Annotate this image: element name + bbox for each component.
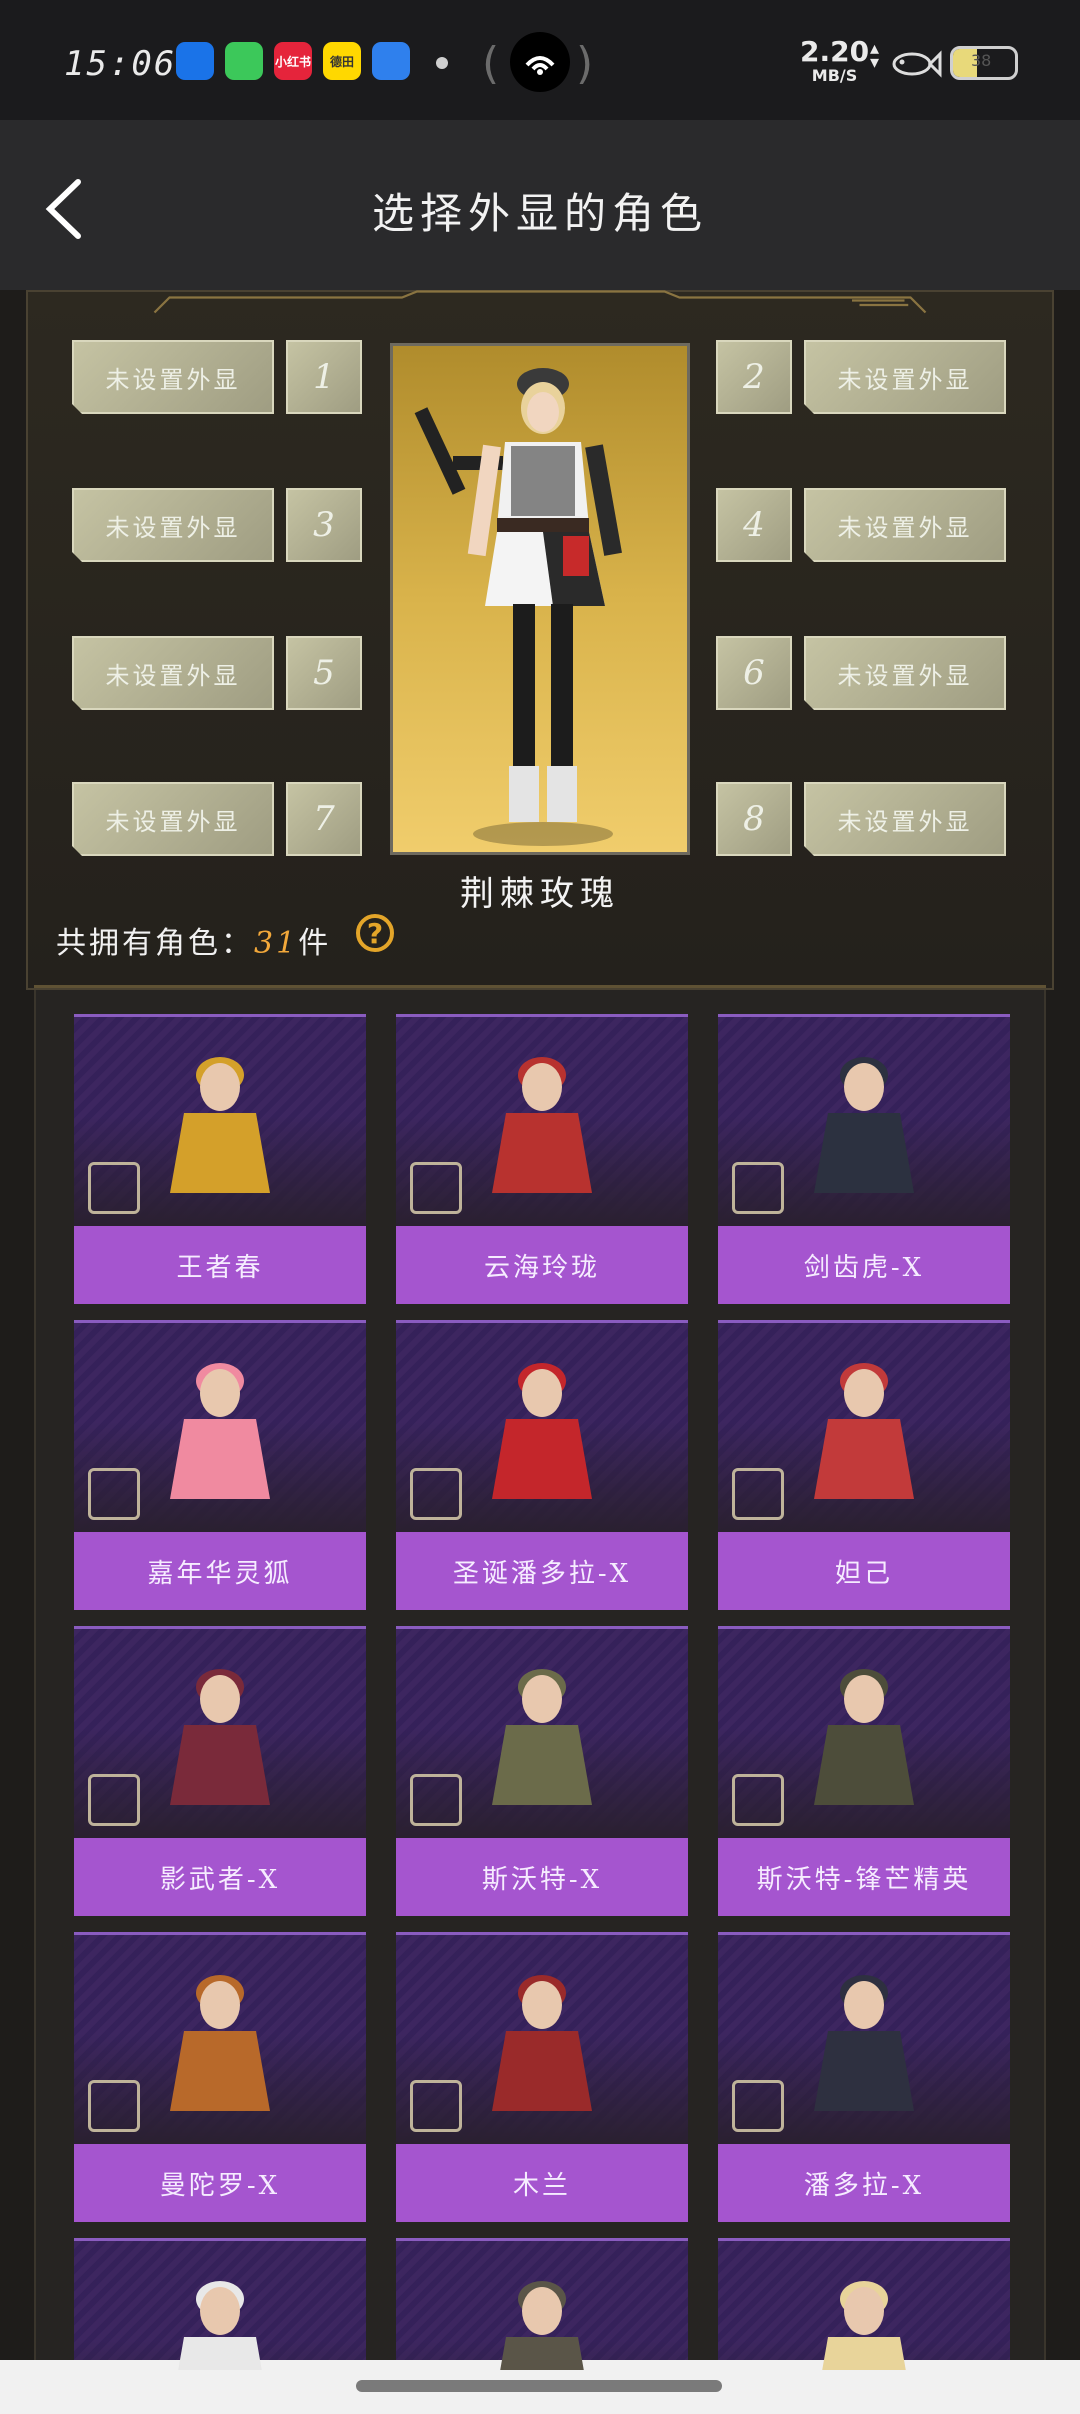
display-slot-6[interactable]: 未设置外显 <box>804 636 1006 710</box>
select-checkbox[interactable] <box>410 1774 462 1826</box>
character-card[interactable]: 圣诞潘多拉-X <box>396 1320 688 1610</box>
character-card[interactable]: 斯沃特-锋芒精英 <box>718 1626 1010 1916</box>
messages-app-icon <box>225 42 263 80</box>
slot-number-3[interactable]: 3 <box>286 488 362 562</box>
clock: 15:06 <box>64 44 177 84</box>
select-checkbox[interactable] <box>732 1468 784 1520</box>
select-checkbox[interactable] <box>732 1774 784 1826</box>
top-app-bar: 选择外显的角色 <box>0 120 1080 290</box>
character-grid: 王者春 云海玲珑 剑齿虎-X 嘉年华灵狐 圣诞潘多拉-X 妲己影武者-X 斯沃特-X 斯沃特-… <box>34 990 1046 2370</box>
character-card[interactable]: 斯沃特-X <box>396 1626 688 1916</box>
xiaohongshu-app-icon: 小红书 <box>274 42 312 80</box>
browser-app-icon <box>372 42 410 80</box>
home-indicator[interactable] <box>356 2380 722 2392</box>
character-name: 曼陀罗-X <box>74 2144 366 2222</box>
select-checkbox[interactable] <box>88 2080 140 2132</box>
fish-mode-icon <box>890 48 942 84</box>
signal-arrows-icon: ▴ ▾ <box>870 38 880 73</box>
character-name: 王者春 <box>74 1226 366 1304</box>
character-name: 影武者-X <box>74 1838 366 1916</box>
character-card[interactable]: 妲己 <box>718 1320 1010 1610</box>
character-name: 斯沃特-X <box>396 1838 688 1916</box>
battery-icon: 38 <box>950 46 1018 80</box>
select-checkbox[interactable] <box>410 1162 462 1214</box>
right-bracket-icon: ) <box>576 38 594 89</box>
character-name: 潘多拉-X <box>718 2144 1010 2222</box>
character-thumbnail <box>396 2238 688 2370</box>
question-icon: ? <box>366 916 384 950</box>
network-speed: 2.20 MB/S <box>800 35 870 86</box>
display-slot-4[interactable]: 未设置外显 <box>804 488 1006 562</box>
hero-character-image <box>414 368 622 846</box>
character-card[interactable] <box>396 2238 688 2370</box>
character-name: 剑齿虎-X <box>718 1226 1010 1304</box>
character-name: 云海玲珑 <box>396 1226 688 1304</box>
display-slot-2[interactable]: 未设置外显 <box>804 340 1006 414</box>
panel-frame-decoration <box>153 290 927 314</box>
character-name: 圣诞潘多拉-X <box>396 1532 688 1610</box>
hero-name: 荆棘玫瑰 <box>460 874 620 914</box>
slot-number-5[interactable]: 5 <box>286 636 362 710</box>
character-name: 木兰 <box>396 2144 688 2222</box>
left-bracket-icon: ( <box>482 38 500 89</box>
character-thumbnail <box>74 2238 366 2370</box>
slot-number-2[interactable]: 2 <box>716 340 792 414</box>
character-card[interactable]: 曼陀罗-X <box>74 1932 366 2222</box>
character-card[interactable]: 嘉年华灵狐 <box>74 1320 366 1610</box>
divider <box>34 985 1046 988</box>
character-figure <box>178 2281 262 2370</box>
select-checkbox[interactable] <box>410 1468 462 1520</box>
select-checkbox[interactable] <box>88 1162 140 1214</box>
character-figure <box>500 2281 584 2370</box>
character-figure <box>822 2281 906 2370</box>
select-checkbox[interactable] <box>732 2080 784 2132</box>
select-checkbox[interactable] <box>88 1468 140 1520</box>
slot-number-4[interactable]: 4 <box>716 488 792 562</box>
character-name: 嘉年华灵狐 <box>74 1532 366 1610</box>
display-slot-7[interactable]: 未设置外显 <box>72 782 274 856</box>
slot-number-1[interactable]: 1 <box>286 340 362 414</box>
status-bar: 15:06 小红书 德田 ( ) 2.20 MB/S ▴ ▾ 38 <box>0 0 1080 120</box>
meituan-app-icon: 德田 <box>323 42 361 80</box>
character-name: 斯沃特-锋芒精英 <box>718 1838 1010 1916</box>
help-button[interactable]: ? <box>356 914 394 952</box>
character-name: 妲己 <box>718 1532 1010 1610</box>
character-card[interactable]: 潘多拉-X <box>718 1932 1010 2222</box>
select-checkbox[interactable] <box>732 1162 784 1214</box>
display-slot-5[interactable]: 未设置外显 <box>72 636 274 710</box>
character-card[interactable] <box>74 2238 366 2370</box>
slot-number-7[interactable]: 7 <box>286 782 362 856</box>
more-notifications-dot <box>436 57 448 69</box>
display-slot-3[interactable]: 未设置外显 <box>72 488 274 562</box>
slot-number-8[interactable]: 8 <box>716 782 792 856</box>
select-checkbox[interactable] <box>410 2080 462 2132</box>
character-card[interactable]: 影武者-X <box>74 1626 366 1916</box>
character-card[interactable] <box>718 2238 1010 2370</box>
slot-number-6[interactable]: 6 <box>716 636 792 710</box>
wifi-app-icon <box>176 42 214 80</box>
character-card[interactable]: 剑齿虎-X <box>718 1014 1010 1304</box>
display-slot-8[interactable]: 未设置外显 <box>804 782 1006 856</box>
display-slot-1[interactable]: 未设置外显 <box>72 340 274 414</box>
character-card[interactable]: 王者春 <box>74 1014 366 1304</box>
hero-portrait[interactable] <box>390 343 690 855</box>
character-thumbnail <box>718 2238 1010 2370</box>
select-checkbox[interactable] <box>88 1774 140 1826</box>
owned-count: 共拥有角色：31件 <box>56 926 332 961</box>
hotspot-icon <box>510 32 570 92</box>
character-card[interactable]: 木兰 <box>396 1932 688 2222</box>
page-title: 选择外显的角色 <box>371 189 708 238</box>
character-card[interactable]: 云海玲珑 <box>396 1014 688 1304</box>
dynamic-island: ( ) <box>482 32 597 96</box>
